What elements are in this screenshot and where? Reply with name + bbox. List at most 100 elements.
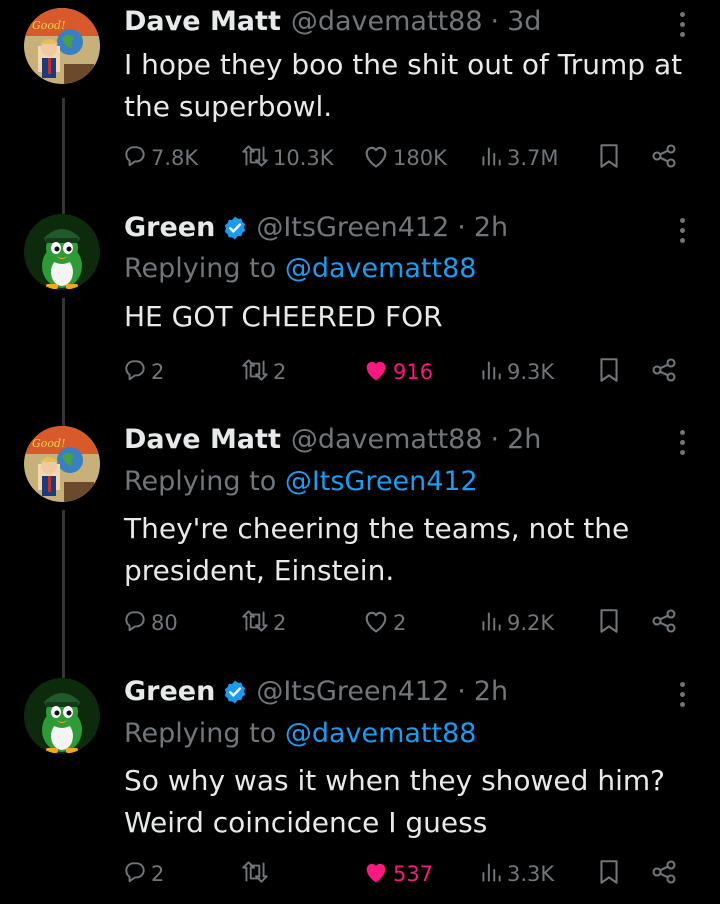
tweet-text: They're cheering the teams, not the pres…: [124, 512, 630, 587]
heart-icon: [362, 357, 390, 388]
bookmark-icon: [596, 858, 622, 891]
heart-icon: [362, 859, 390, 890]
author-handle[interactable]: @ItsGreen412: [256, 210, 449, 246]
heart-icon: [362, 608, 390, 639]
replying-to-label: Replying to: [124, 466, 277, 497]
thread-line: [62, 298, 65, 426]
author-name[interactable]: Green: [124, 210, 215, 246]
retweet-icon: [240, 608, 270, 639]
avatar[interactable]: [24, 214, 100, 290]
separator: ·: [457, 212, 466, 243]
view-count: 3.3K: [507, 862, 555, 886]
more-options-icon[interactable]: [674, 424, 690, 460]
bookmark-button[interactable]: [596, 856, 622, 892]
svg-text:Good!: Good!: [32, 19, 66, 32]
separator: ·: [490, 424, 500, 455]
views-button[interactable]: 9.3K: [478, 354, 554, 390]
views-button[interactable]: 3.7M: [478, 140, 559, 176]
tweet-header: Green @ItsGreen412 · 2h: [124, 674, 650, 710]
retweet-button[interactable]: [240, 856, 273, 892]
like-button[interactable]: 537: [362, 856, 433, 892]
mention-link[interactable]: @davematt88: [285, 718, 477, 749]
share-button[interactable]: [650, 856, 678, 892]
reply-button[interactable]: 2: [122, 856, 164, 892]
reply-count: 2: [151, 360, 165, 384]
avatar[interactable]: [24, 678, 100, 754]
separator: ·: [490, 6, 500, 37]
timestamp[interactable]: 2h: [474, 674, 508, 710]
share-button[interactable]: [650, 354, 678, 390]
share-icon: [650, 142, 678, 175]
bookmark-icon: [596, 356, 622, 389]
views-button[interactable]: 3.3K: [478, 856, 554, 892]
replying-to: Replying to @ItsGreen412: [124, 464, 478, 500]
action-bar: 80 2 2 9.2K: [122, 605, 692, 641]
like-button[interactable]: 2: [362, 605, 406, 641]
more-options-icon[interactable]: [674, 676, 690, 712]
timestamp[interactable]: 2h: [474, 210, 508, 246]
reply-button[interactable]: 2: [122, 354, 164, 390]
reply-icon: [122, 143, 148, 174]
separator: ·: [457, 676, 466, 707]
more-options-icon[interactable]: [674, 212, 690, 248]
author-handle[interactable]: @davematt88: [291, 4, 483, 40]
like-button[interactable]: 180K: [362, 140, 447, 176]
thread-line: [62, 98, 65, 214]
avatar[interactable]: Good!: [24, 8, 100, 84]
tweet-text: So why was it when they showed him? Weir…: [124, 764, 665, 839]
bookmark-button[interactable]: [596, 605, 622, 641]
like-button[interactable]: 916: [362, 354, 433, 390]
views-icon: [478, 143, 504, 174]
reply-icon: [122, 859, 148, 890]
retweet-count: 10.3K: [273, 146, 334, 170]
replying-to: Replying to @davematt88: [124, 251, 476, 287]
retweet-button[interactable]: 2: [240, 605, 286, 641]
share-icon: [650, 858, 678, 891]
reply-icon: [122, 357, 148, 388]
reply-count: 7.8K: [151, 146, 199, 170]
author-name[interactable]: Green: [124, 674, 215, 710]
reply-button[interactable]: 80: [122, 605, 178, 641]
verified-badge-icon: [222, 679, 248, 705]
mention-link[interactable]: @davematt88: [285, 253, 477, 284]
view-count: 3.7M: [507, 146, 559, 170]
share-button[interactable]: [650, 140, 678, 176]
reply-icon: [122, 608, 148, 639]
timestamp[interactable]: 2h: [507, 422, 541, 458]
tweet-header: Green @ItsGreen412 · 2h: [124, 210, 650, 246]
reply-count: 80: [151, 611, 178, 635]
retweet-icon: [240, 357, 270, 388]
bookmark-icon: [596, 607, 622, 640]
bookmark-button[interactable]: [596, 140, 622, 176]
views-icon: [478, 608, 504, 639]
view-count: 9.3K: [507, 360, 555, 384]
thread-line: [62, 510, 65, 678]
avatar[interactable]: Good!: [24, 426, 100, 502]
retweet-button[interactable]: 2: [240, 354, 286, 390]
views-button[interactable]: 9.2K: [478, 605, 554, 641]
author-handle[interactable]: @ItsGreen412: [256, 674, 449, 710]
action-bar: 2 2 916 9.3K: [122, 354, 692, 390]
share-button[interactable]: [650, 605, 678, 641]
verified-badge-icon: [222, 215, 248, 241]
author-name[interactable]: Dave Matt: [124, 4, 281, 40]
like-count: 2: [393, 611, 407, 635]
more-options-icon[interactable]: [674, 6, 690, 42]
author-handle[interactable]: @davematt88: [291, 422, 483, 458]
view-count: 9.2K: [507, 611, 555, 635]
tweet-header: Dave Matt @davematt88 · 2h: [124, 422, 650, 458]
tweet-text: HE GOT CHEERED FOR: [124, 300, 443, 333]
like-count: 180K: [393, 146, 447, 170]
tweet-text: I hope they boo the shit out of Trump at…: [124, 48, 683, 123]
heart-icon: [362, 143, 390, 174]
author-name[interactable]: Dave Matt: [124, 422, 281, 458]
reply-button[interactable]: 7.8K: [122, 140, 198, 176]
action-bar: 2 537 3.3K: [122, 856, 692, 892]
mention-link[interactable]: @ItsGreen412: [285, 466, 478, 497]
retweet-icon: [240, 859, 270, 890]
retweet-count: 2: [273, 360, 287, 384]
timestamp[interactable]: 3d: [507, 4, 541, 40]
bookmark-button[interactable]: [596, 354, 622, 390]
tweet-header: Dave Matt @davematt88 · 3d: [124, 4, 650, 40]
retweet-button[interactable]: 10.3K: [240, 140, 334, 176]
